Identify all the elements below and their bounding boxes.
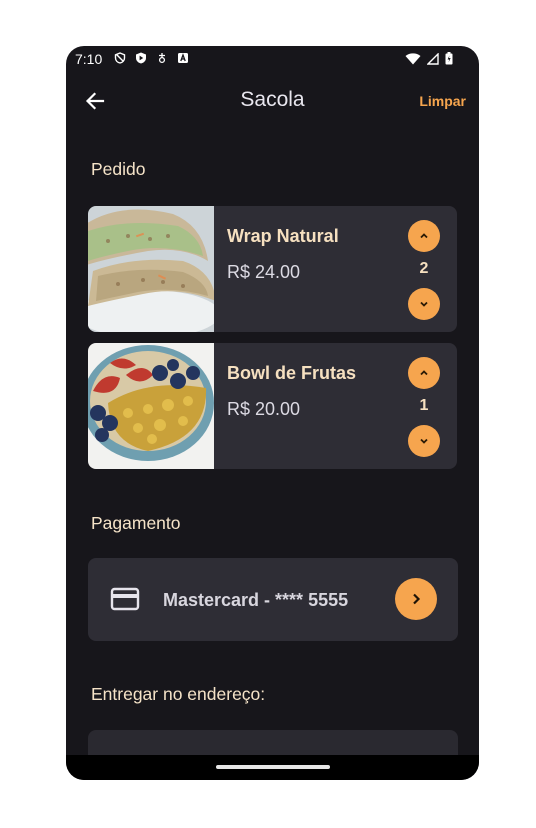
decrease-quantity-button[interactable] bbox=[408, 425, 440, 457]
item-price: R$ 24.00 bbox=[227, 262, 301, 282]
wrap-food-image bbox=[88, 206, 214, 332]
chevron-up-icon bbox=[420, 370, 428, 376]
play-protect-icon bbox=[136, 52, 146, 64]
order-item-card: Wrap Natural R$ 24.00 2 bbox=[88, 206, 457, 332]
status-notification-icons bbox=[114, 52, 189, 64]
payment-section-label: Pagamento bbox=[91, 513, 181, 533]
gesture-nav-bar bbox=[66, 755, 479, 780]
wifi-icon bbox=[405, 52, 421, 64]
keyboard-a-icon bbox=[178, 53, 188, 63]
item-quantity: 2 bbox=[419, 260, 429, 277]
decrease-quantity-button[interactable] bbox=[408, 288, 440, 320]
order-item-card: Bowl de Frutas R$ 20.00 1 bbox=[88, 343, 457, 469]
item-name: Wrap Natural bbox=[227, 226, 339, 246]
credit-card-icon bbox=[110, 587, 140, 611]
cell-signal-icon bbox=[427, 52, 439, 65]
battery-icon bbox=[445, 52, 453, 65]
increase-quantity-button[interactable] bbox=[408, 357, 440, 389]
payment-method-label: Mastercard - **** 5555 bbox=[163, 590, 349, 610]
change-payment-button[interactable] bbox=[395, 578, 437, 620]
home-gesture-handle[interactable] bbox=[216, 765, 330, 769]
item-quantity: 1 bbox=[419, 397, 429, 414]
chevron-down-icon bbox=[420, 301, 428, 307]
order-section-label: Pedido bbox=[91, 159, 146, 179]
clear-bag-button[interactable]: Limpar bbox=[419, 93, 466, 109]
fruit-bowl-image bbox=[88, 343, 214, 469]
phone-screen: 7:10 Sacola Limpar Pedido Wrap Natural R… bbox=[66, 46, 479, 780]
page-title: Sacola bbox=[240, 88, 305, 111]
increase-quantity-button[interactable] bbox=[408, 220, 440, 252]
chevron-up-icon bbox=[420, 233, 428, 239]
delivery-section-label: Entregar no endereço: bbox=[91, 684, 266, 704]
shield-icon bbox=[114, 52, 126, 64]
usb-debug-icon bbox=[158, 53, 166, 64]
status-system-icons bbox=[405, 52, 453, 65]
payment-method-card[interactable]: Mastercard - **** 5555 bbox=[88, 558, 458, 641]
item-name: Bowl de Frutas bbox=[227, 363, 357, 383]
status-bar: 7:10 bbox=[66, 46, 479, 72]
status-time: 7:10 bbox=[75, 51, 103, 67]
app-bar: Sacola Limpar bbox=[66, 86, 479, 116]
item-price: R$ 20.00 bbox=[227, 399, 301, 419]
chevron-down-icon bbox=[420, 438, 428, 444]
chevron-right-icon bbox=[413, 593, 421, 605]
